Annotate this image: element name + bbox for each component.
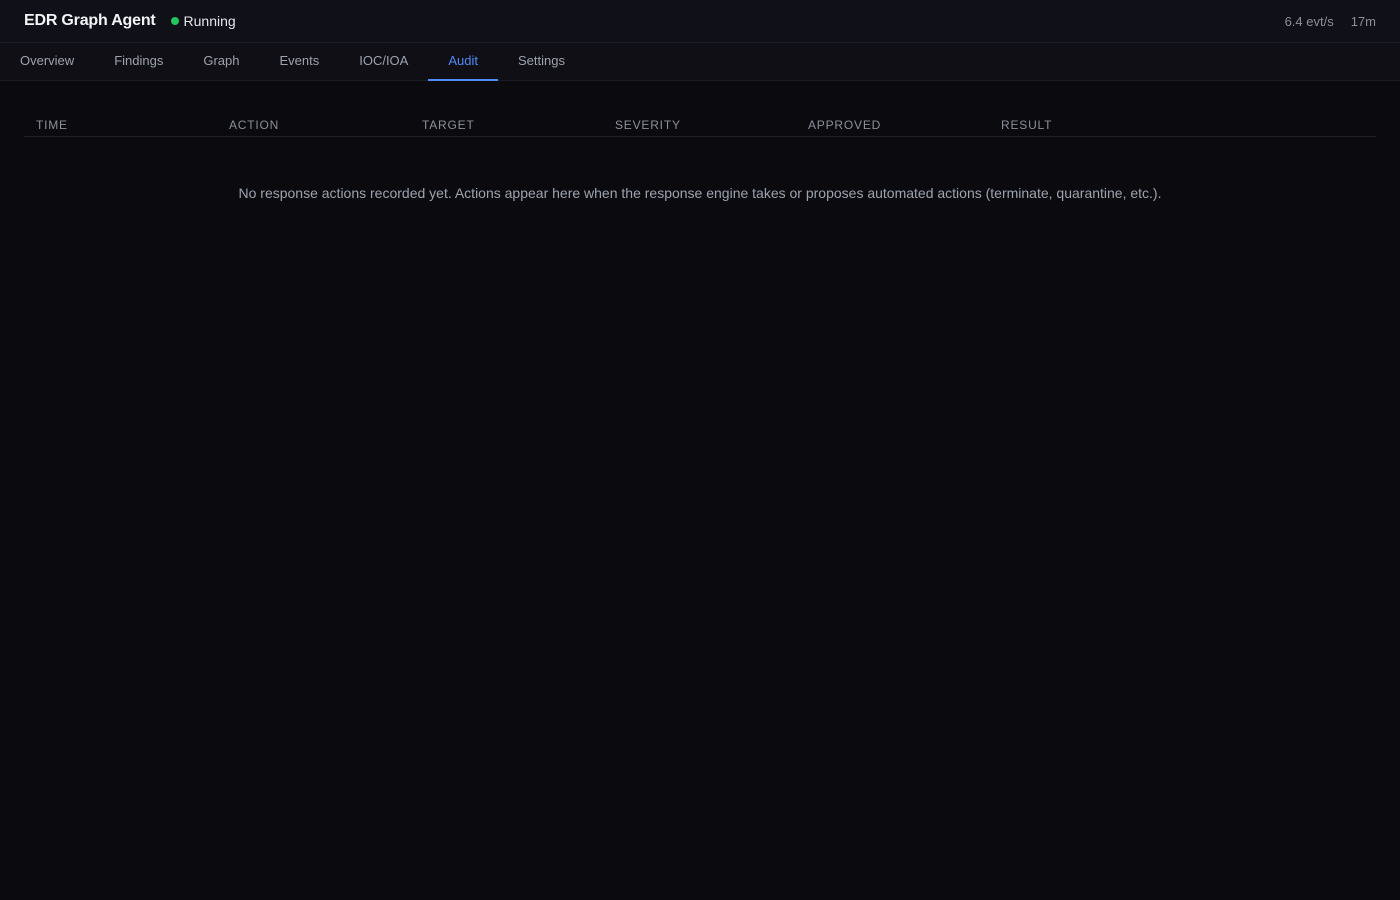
uptime: 17m [1350,14,1376,29]
app-title: EDR Graph Agent [24,12,156,29]
audit-panel: TIME ACTION TARGET SEVERITY APPROVED RES… [0,81,1400,201]
column-header-severity[interactable]: SEVERITY [603,118,796,132]
status-dot-icon [170,17,179,25]
column-header-time[interactable]: TIME [24,118,217,132]
tab-ioc-ioa[interactable]: IOC/IOA [339,43,428,80]
tab-findings[interactable]: Findings [94,43,183,80]
event-rate: 6.4 evt/s [1284,14,1334,29]
status-label: Running [183,13,236,29]
tab-overview[interactable]: Overview [0,43,94,80]
tab-label: Audit [448,53,478,68]
status-indicator: Running [170,13,236,29]
tab-bar: Overview Findings Graph Events IOC/IOA A… [0,43,1400,81]
column-header-approved[interactable]: APPROVED [796,118,989,132]
tab-label: Settings [517,53,565,68]
metrics: 6.4 evt/s 17m [1285,0,1376,43]
top-bar: EDR Graph Agent Running 6.4 evt/s 17m [0,0,1400,43]
tab-audit[interactable]: Audit [428,43,498,81]
tab-graph[interactable]: Graph [183,43,259,80]
tab-label: IOC/IOA [359,53,409,68]
empty-state-message: No response actions recorded yet. Action… [238,185,1162,201]
tab-label: Findings [114,53,164,68]
tab-label: Graph [203,53,240,68]
tab-label: Events [279,53,320,68]
tab-label: Overview [20,53,75,68]
tab-settings[interactable]: Settings [498,43,585,80]
app-window: EDR Graph Agent Running 6.4 evt/s 17m Ov… [0,0,1400,900]
table-header: TIME ACTION TARGET SEVERITY APPROVED RES… [24,105,1376,137]
column-header-target[interactable]: TARGET [410,118,603,132]
column-header-result[interactable]: RESULT [989,118,1182,132]
tab-events[interactable]: Events [259,43,339,80]
audit-table: TIME ACTION TARGET SEVERITY APPROVED RES… [24,105,1376,201]
column-header-action[interactable]: ACTION [217,118,410,132]
